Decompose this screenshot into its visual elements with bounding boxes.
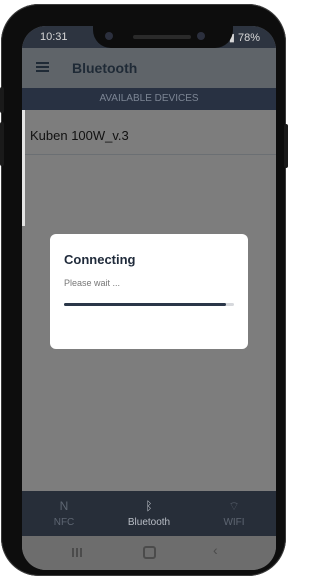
app-bar: Bluetooth bbox=[22, 48, 276, 88]
list-scrollbar[interactable] bbox=[22, 110, 25, 226]
power-button bbox=[284, 124, 288, 168]
status-time: 10:31 bbox=[40, 31, 68, 43]
earpiece-speaker bbox=[133, 35, 191, 39]
section-header: AVAILABLE DEVICES bbox=[22, 88, 276, 110]
tab-label-bluetooth: Bluetooth bbox=[127, 517, 171, 528]
tab-bluetooth[interactable]: ᛒ Bluetooth bbox=[107, 491, 191, 536]
dialog-title: Connecting bbox=[64, 252, 136, 267]
recent-apps-icon[interactable] bbox=[72, 548, 83, 557]
bluetooth-icon: ᛒ bbox=[145, 499, 153, 513]
progress-bar bbox=[64, 303, 234, 306]
wifi-icon: ⌔ bbox=[228, 499, 240, 513]
system-nav-bar: ‹ bbox=[22, 536, 276, 570]
battery-percent: 78% bbox=[237, 32, 260, 44]
home-icon[interactable] bbox=[143, 546, 156, 559]
nfc-icon: N bbox=[59, 499, 69, 513]
tab-label-wifi: WIFI bbox=[223, 517, 245, 528]
volume-button bbox=[0, 122, 4, 166]
connecting-dialog: Connecting Please wait ... bbox=[50, 234, 248, 349]
phone-frame: 10:31 ▮ 78% Bluetooth AVAILABLE DEVICES … bbox=[0, 4, 288, 576]
hamburger-icon[interactable] bbox=[36, 62, 49, 72]
status-right: ▮ 78% bbox=[229, 31, 260, 44]
side-button bbox=[0, 87, 4, 113]
screen: 10:31 ▮ 78% Bluetooth AVAILABLE DEVICES … bbox=[22, 26, 276, 570]
dialog-message: Please wait ... bbox=[64, 278, 121, 288]
sensor-icon bbox=[197, 32, 205, 40]
bottom-tab-bar: N NFC ᛒ Bluetooth ⌔ WIFI bbox=[22, 491, 276, 536]
tab-wifi[interactable]: ⌔ WIFI bbox=[192, 491, 276, 536]
tab-label-nfc: NFC bbox=[53, 517, 75, 528]
tab-nfc[interactable]: N NFC bbox=[22, 491, 106, 536]
device-list-item[interactable]: Kuben 100W_v.3 bbox=[22, 110, 276, 155]
back-icon[interactable]: ‹ bbox=[213, 542, 218, 558]
progress-fill bbox=[64, 303, 226, 306]
camera-notch bbox=[93, 26, 233, 48]
page-title: Bluetooth bbox=[72, 60, 138, 76]
device-name: Kuben 100W_v.3 bbox=[30, 128, 129, 143]
front-camera-icon bbox=[105, 32, 113, 40]
